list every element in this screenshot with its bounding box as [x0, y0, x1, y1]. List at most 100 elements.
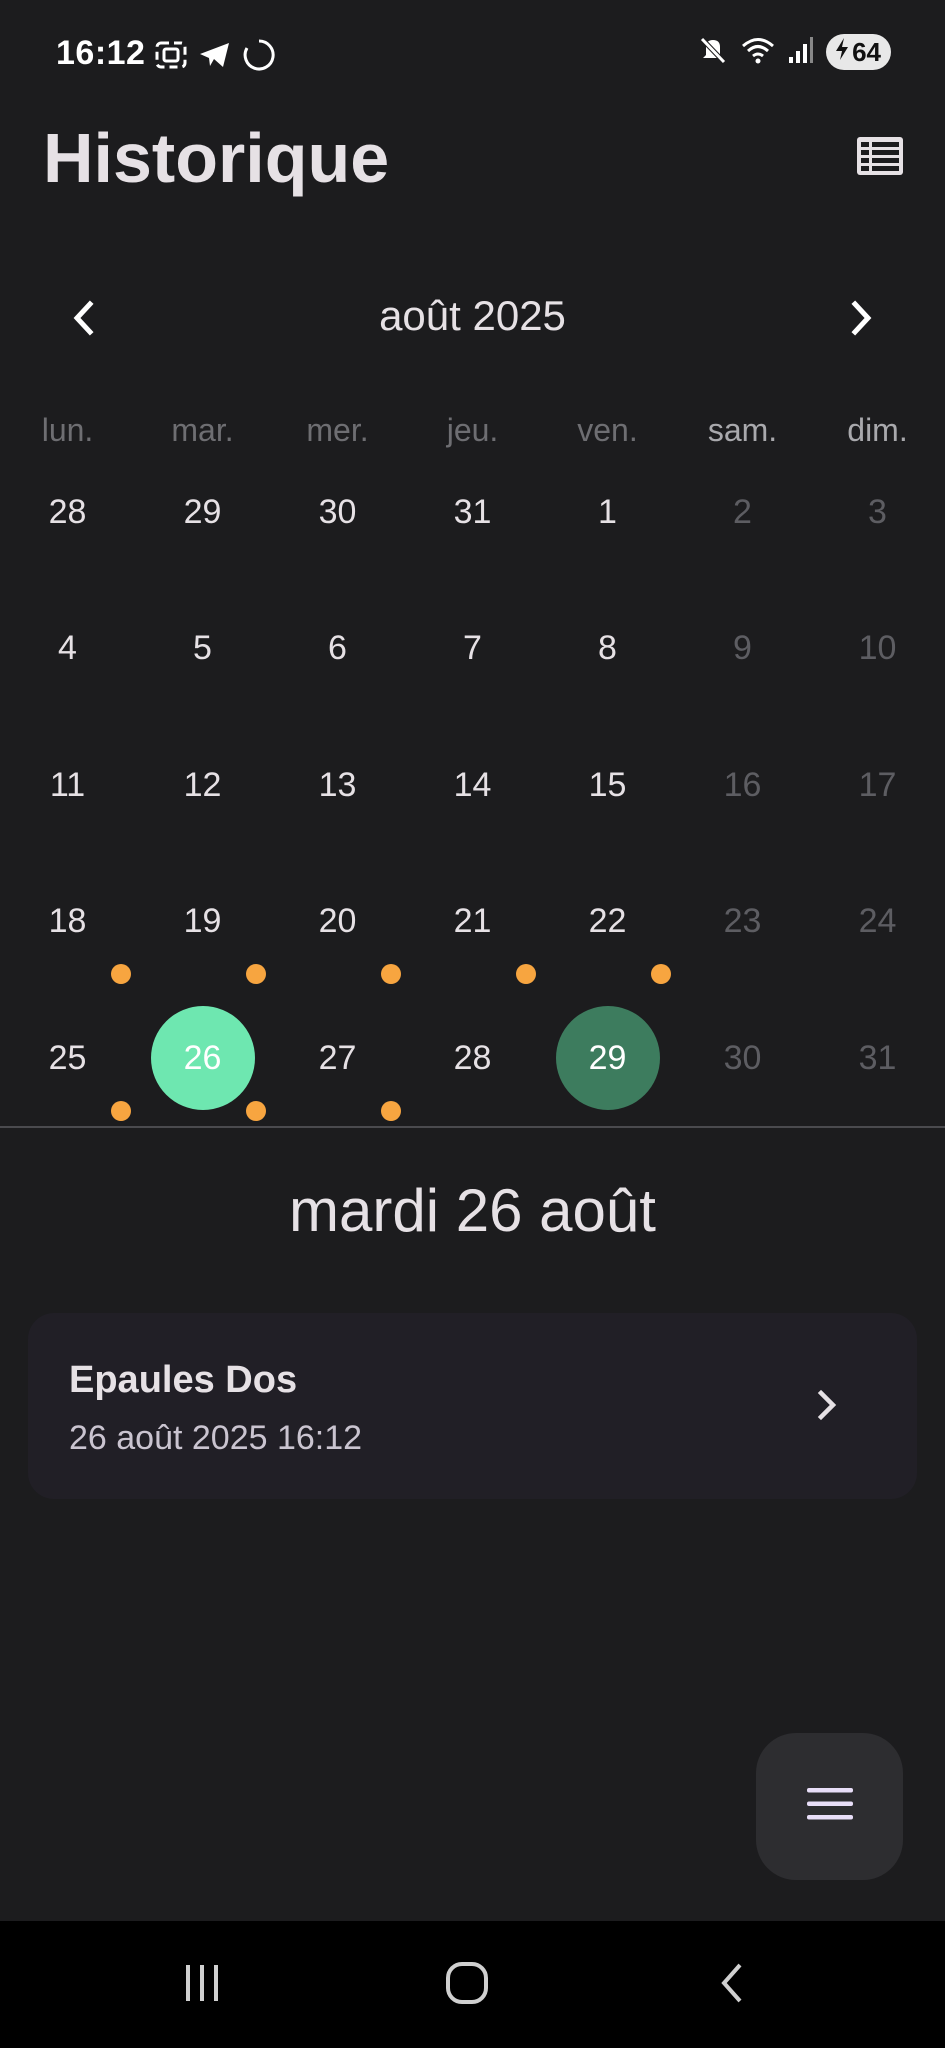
calendar-day[interactable]: 2 [675, 444, 810, 581]
calendar-day[interactable]: 3 [810, 444, 945, 581]
day-number: 9 [733, 629, 752, 668]
status-icons-right: 64 [698, 34, 891, 70]
battery-level: 64 [852, 36, 881, 67]
day-number: 30 [723, 1038, 762, 1077]
recent-apps-button[interactable] [172, 1957, 232, 2013]
loading-icon [242, 38, 276, 77]
event-marker [516, 964, 536, 984]
month-navigation: août 2025 [0, 280, 945, 360]
calendar-day[interactable]: 1 [540, 444, 675, 581]
selected-date-heading: mardi 26 août [289, 1177, 656, 1244]
recent-apps-icon [180, 1961, 224, 2010]
day-number: 28 [48, 492, 87, 531]
day-number: 31 [858, 1038, 897, 1077]
calendar-day[interactable]: 30 [675, 990, 810, 1127]
day-number: 22 [588, 902, 627, 941]
calendar-day[interactable]: 11 [0, 717, 135, 854]
event-marker [381, 964, 401, 984]
calendar-day[interactable]: 28 [405, 990, 540, 1127]
page-title: Historique [43, 119, 390, 197]
wifi-icon [740, 35, 776, 70]
calendar-day[interactable]: 19 [135, 854, 270, 991]
calendar-day[interactable]: 15 [540, 717, 675, 854]
screenshot-icon [154, 40, 188, 75]
day-number: 29 [588, 1038, 627, 1077]
day-number: 8 [598, 629, 617, 668]
day-number: 17 [858, 765, 897, 804]
menu-icon [805, 1784, 855, 1829]
status-time: 16:12 [56, 34, 146, 72]
calendar-day[interactable]: 25 [0, 990, 135, 1127]
system-navigation-bar [0, 1921, 945, 2048]
calendar-day[interactable]: 24 [810, 854, 945, 991]
day-number: 21 [453, 902, 492, 941]
day-number: 18 [48, 902, 87, 941]
calendar-day[interactable]: 17 [810, 717, 945, 854]
calendar-day[interactable]: 28 [0, 444, 135, 581]
calendar-day[interactable]: 14 [405, 717, 540, 854]
day-number: 31 [453, 492, 492, 531]
day-number: 6 [328, 629, 347, 668]
calendar-day[interactable]: 7 [405, 581, 540, 718]
telegram-icon [198, 40, 232, 75]
event-marker [111, 964, 131, 984]
day-number: 20 [318, 902, 357, 941]
day-number: 14 [453, 765, 492, 804]
calendar-day[interactable]: 10 [810, 581, 945, 718]
chevron-right-icon [807, 1385, 847, 1425]
home-icon [443, 1959, 491, 2012]
day-number: 11 [49, 765, 86, 804]
calendar-day[interactable]: 21 [405, 854, 540, 991]
calendar-day[interactable]: 9 [675, 581, 810, 718]
session-title: Epaules Dos [69, 1359, 298, 1401]
calendar-day[interactable]: 16 [675, 717, 810, 854]
calendar-day[interactable]: 12 [135, 717, 270, 854]
calendar-day[interactable]: 18 [0, 854, 135, 991]
day-number: 1 [598, 492, 617, 531]
session-card[interactable]: Epaules Dos 26 août 2025 16:12 [28, 1313, 917, 1499]
calendar-day[interactable]: 29 [135, 444, 270, 581]
home-button[interactable] [437, 1957, 497, 2013]
event-marker [111, 1100, 131, 1121]
calendar-day[interactable]: 31 [810, 990, 945, 1127]
event-marker [381, 1100, 401, 1121]
day-number: 27 [318, 1038, 357, 1077]
day-number: 5 [193, 629, 212, 668]
calendar-day[interactable]: 8 [540, 581, 675, 718]
menu-fab-button[interactable] [756, 1733, 903, 1880]
calendar-day[interactable]: 4 [0, 581, 135, 718]
month-label: août 2025 [379, 292, 566, 339]
day-number: 28 [453, 1038, 492, 1077]
battery-indicator: 64 [826, 34, 891, 70]
calendar-day-today[interactable]: 29 [540, 990, 675, 1127]
day-number: 3 [868, 492, 887, 531]
battery-charging-icon [834, 37, 850, 68]
day-number: 19 [183, 902, 222, 941]
calendar-day[interactable]: 31 [405, 444, 540, 581]
calendar-day[interactable]: 23 [675, 854, 810, 991]
list-view-button[interactable] [855, 136, 905, 180]
calendar-day[interactable]: 6 [270, 581, 405, 718]
back-icon [714, 1959, 750, 2012]
event-marker [651, 964, 671, 984]
event-marker [246, 1100, 266, 1121]
day-number: 29 [183, 492, 222, 531]
back-button[interactable] [702, 1957, 762, 2013]
next-month-button[interactable] [831, 290, 891, 350]
calendar-day[interactable]: 30 [270, 444, 405, 581]
calendar-day-selected[interactable]: 26 [135, 990, 270, 1127]
calendar-day[interactable]: 27 [270, 990, 405, 1127]
calendar-day[interactable]: 20 [270, 854, 405, 991]
day-number: 16 [723, 765, 762, 804]
calendar-day[interactable]: 22 [540, 854, 675, 991]
calendar-day[interactable]: 13 [270, 717, 405, 854]
day-number: 26 [183, 1038, 222, 1077]
mute-icon [698, 35, 728, 70]
day-number: 2 [733, 492, 752, 531]
day-number: 23 [723, 902, 762, 941]
day-number: 7 [463, 629, 482, 668]
event-marker [246, 964, 266, 984]
calendar-day[interactable]: 5 [135, 581, 270, 718]
day-number: 13 [318, 765, 357, 804]
status-icons-left [154, 38, 276, 77]
